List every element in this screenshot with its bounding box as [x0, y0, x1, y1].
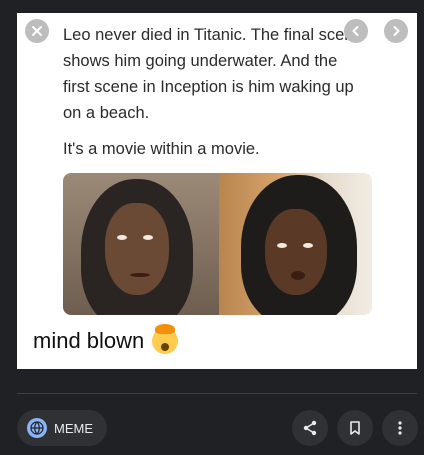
- meme-text: Leo never died in Titanic. The final sce…: [63, 22, 363, 162]
- globe-icon: [27, 418, 47, 438]
- previous-button[interactable]: [344, 19, 368, 43]
- photo-left: [63, 173, 219, 315]
- meme-photos: [63, 173, 372, 315]
- meme-text-line1: Leo never died in Titanic. The final sce…: [63, 26, 363, 122]
- source-chip-label: MEME: [54, 420, 93, 436]
- close-button[interactable]: [25, 19, 49, 43]
- exploding-head-icon: [152, 324, 179, 354]
- source-chip[interactable]: MEME: [17, 410, 107, 446]
- more-options-button[interactable]: [382, 410, 418, 446]
- share-button[interactable]: [292, 410, 328, 446]
- save-button[interactable]: [337, 410, 373, 446]
- photo-right: [219, 173, 372, 315]
- meme-text-line2: It's a movie within a movie.: [63, 140, 260, 158]
- close-icon: [32, 26, 42, 36]
- image-viewer-card[interactable]: Leo never died in Titanic. The final sce…: [17, 13, 417, 369]
- chevron-right-icon: [393, 26, 400, 36]
- share-icon: [303, 420, 317, 436]
- bookmark-icon: [350, 421, 360, 435]
- meme-caption: mind blown: [33, 324, 179, 354]
- caption-text: mind blown: [33, 328, 145, 353]
- more-vert-icon: [398, 421, 402, 435]
- divider: [17, 393, 417, 394]
- chevron-left-icon: [352, 26, 359, 36]
- next-button[interactable]: [384, 19, 408, 43]
